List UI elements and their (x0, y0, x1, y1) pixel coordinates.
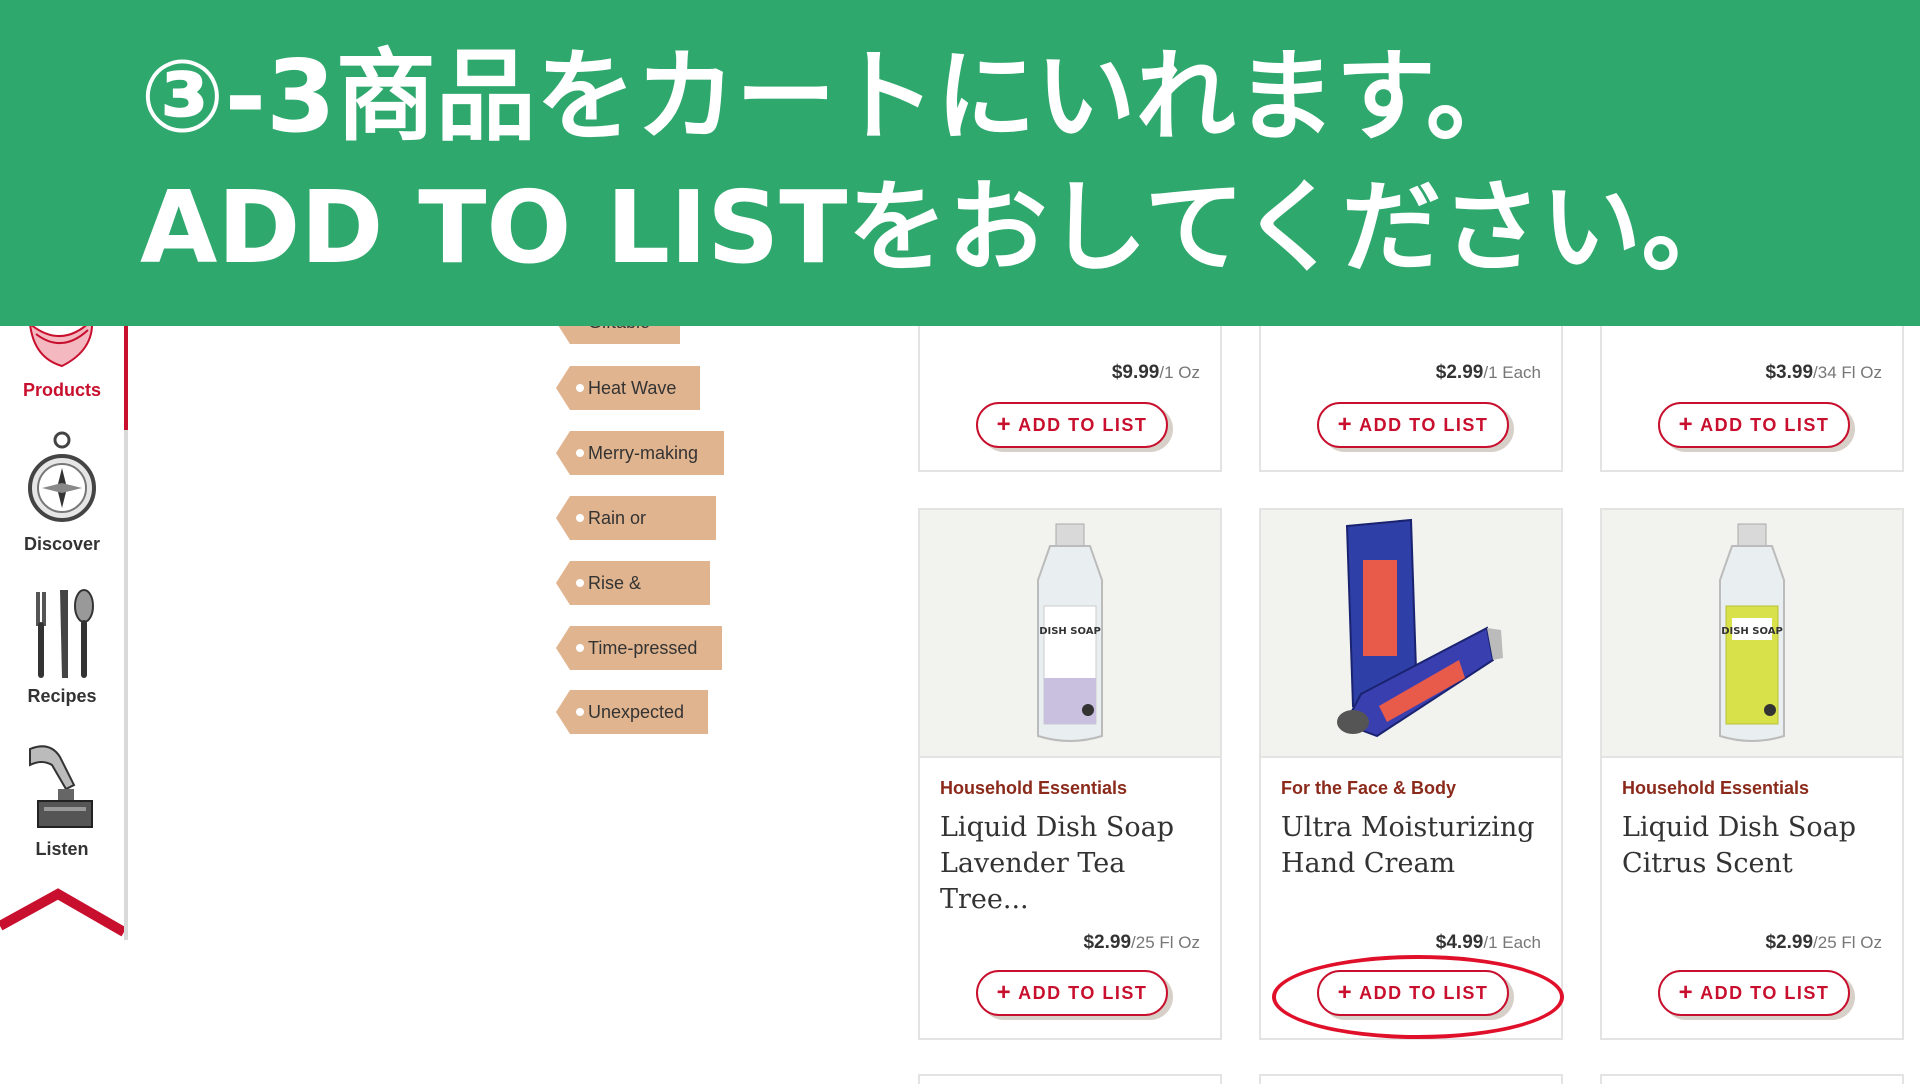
price: $2.99/25 Fl Oz (1765, 932, 1882, 953)
product-category: Household Essentials (1622, 778, 1810, 798)
sidebar-item-recipes[interactable]: Recipes (0, 582, 124, 707)
product-card[interactable]: DISH SOAP Household Essentials Liquid Di… (1600, 508, 1904, 1040)
tag-rise-and-shine[interactable]: Rise & Shine (556, 561, 710, 605)
price: $9.99/1 Oz (1111, 362, 1200, 383)
banner-line-2: ADD TO LISTをおしてください。 (140, 169, 1742, 286)
sidebar-item-label: Discover (23, 534, 101, 554)
sidebar-item-listen[interactable]: Listen (0, 735, 124, 860)
price: $2.99/25 Fl Oz (1083, 932, 1200, 953)
price: $2.99/1 Each (1435, 362, 1541, 383)
price: $4.99/1 Each (1435, 932, 1541, 953)
product-card: $2.99/1 Each + ADD TO LIST (1259, 322, 1563, 472)
product-image-area: DISH SOAP (920, 510, 1220, 758)
gramophone-icon (29, 745, 93, 828)
product-category: Household Essentials (940, 778, 1128, 798)
tag-unexpected[interactable]: Unexpected (556, 690, 708, 734)
tag-merry-making[interactable]: Merry-making (556, 431, 724, 475)
add-to-list-button[interactable]: + ADD TO LIST (1658, 970, 1850, 1016)
sidebar-item-label: Products (22, 380, 101, 400)
product-name[interactable]: Ultra Moisturizing Hand Cream (1281, 810, 1551, 882)
product-card[interactable]: DISH SOAP Household Essentials Liquid Di… (918, 508, 1222, 1040)
product-image-area: DISH SOAP (1602, 510, 1902, 758)
sidebar-nav: Products Discover Recipes Listen (0, 250, 128, 940)
product-name[interactable]: Liquid Dish Soap Lavender Tea Tree... (940, 810, 1210, 918)
dish-soap-lavender-image: DISH SOAP (1037, 523, 1103, 742)
sidebar-item-label: Recipes (27, 686, 97, 706)
product-name[interactable]: Liquid Dish Soap Citrus Scent (1622, 810, 1892, 882)
price: $3.99/34 Fl Oz (1765, 362, 1882, 383)
instruction-banner: ③-3商品をカートにいれます。 ADD TO LISTをおしてください。 (0, 0, 1920, 326)
sidebar-item-label: Listen (35, 839, 89, 859)
compass-icon (28, 431, 96, 522)
tag-heat-wave[interactable]: Heat Wave (556, 366, 700, 410)
product-card: $9.99/1 Oz + ADD TO LIST (918, 322, 1222, 472)
dish-soap-citrus-image: DISH SOAP (1719, 523, 1785, 742)
svg-text:DISH SOAP: DISH SOAP (1039, 626, 1101, 637)
banner-line-1: ③-3商品をカートにいれます。 (140, 38, 1526, 155)
product-card (1600, 1074, 1904, 1084)
product-category: For the Face & Body (1281, 778, 1457, 798)
hand-cream-image (1337, 518, 1503, 738)
active-indicator (124, 320, 128, 430)
product-card: $3.99/34 Fl Oz + ADD TO LIST (1600, 322, 1904, 472)
product-card (1259, 1074, 1563, 1084)
add-to-list-button[interactable]: + ADD TO LIST (976, 970, 1168, 1016)
product-card (918, 1074, 1222, 1084)
product-image-area (1261, 510, 1561, 758)
add-to-list-button[interactable]: + ADD TO LIST (976, 402, 1168, 448)
add-to-list-button[interactable]: + ADD TO LIST (1658, 402, 1850, 448)
sidebar-item-discover[interactable]: Discover (0, 430, 124, 555)
add-to-list-button[interactable]: + ADD TO LIST (1317, 402, 1509, 448)
cutlery-icon (36, 589, 94, 678)
chevron-up-icon (0, 888, 124, 940)
svg-text:DISH SOAP: DISH SOAP (1721, 626, 1783, 637)
tag-rain-or-shine[interactable]: Rain or Shine (556, 496, 716, 540)
highlight-circle (1272, 955, 1564, 1039)
tag-time-pressed[interactable]: Time-pressed (556, 626, 722, 670)
